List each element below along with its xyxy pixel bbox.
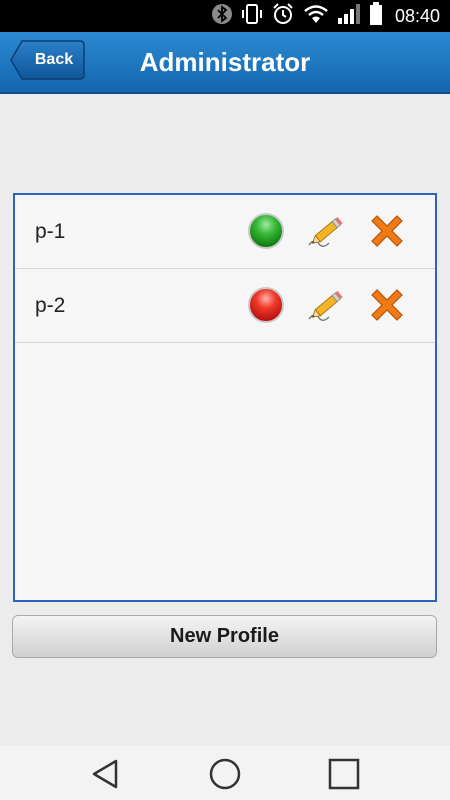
delete-button[interactable]	[367, 285, 407, 325]
app-header: Back Administrator	[0, 32, 450, 94]
back-button[interactable]: Back	[10, 40, 85, 80]
nav-bar	[0, 746, 450, 800]
profile-list: p-1 p-2	[13, 193, 437, 602]
status-icons: 08:40	[211, 0, 440, 32]
close-x-icon	[371, 215, 403, 247]
new-profile-button[interactable]: New Profile	[12, 615, 437, 658]
edit-button[interactable]	[305, 285, 347, 325]
signal-icon	[337, 3, 361, 30]
delete-button[interactable]	[367, 211, 407, 251]
back-triangle-icon[interactable]	[88, 756, 124, 792]
battery-icon	[369, 1, 383, 31]
status-bar: 08:40	[0, 0, 450, 32]
status-indicator-red[interactable]	[248, 287, 284, 323]
list-item[interactable]: p-2	[15, 269, 435, 343]
list-item[interactable]: p-1	[15, 195, 435, 269]
vibrate-icon	[241, 3, 263, 30]
pencil-icon	[308, 291, 343, 321]
edit-button[interactable]	[305, 211, 347, 251]
wifi-icon	[303, 3, 329, 30]
alarm-icon	[271, 2, 295, 31]
pencil-icon	[308, 217, 343, 247]
close-x-icon	[371, 289, 403, 321]
status-indicator-green[interactable]	[248, 213, 284, 249]
home-circle-icon[interactable]	[207, 756, 243, 792]
profile-name: p-1	[35, 220, 66, 243]
status-time: 08:40	[394, 5, 440, 26]
recents-square-icon[interactable]	[326, 756, 362, 792]
bluetooth-icon	[211, 3, 233, 30]
profile-name: p-2	[35, 294, 66, 317]
page-title: Administrator	[139, 47, 311, 77]
back-label: Back	[34, 51, 74, 68]
